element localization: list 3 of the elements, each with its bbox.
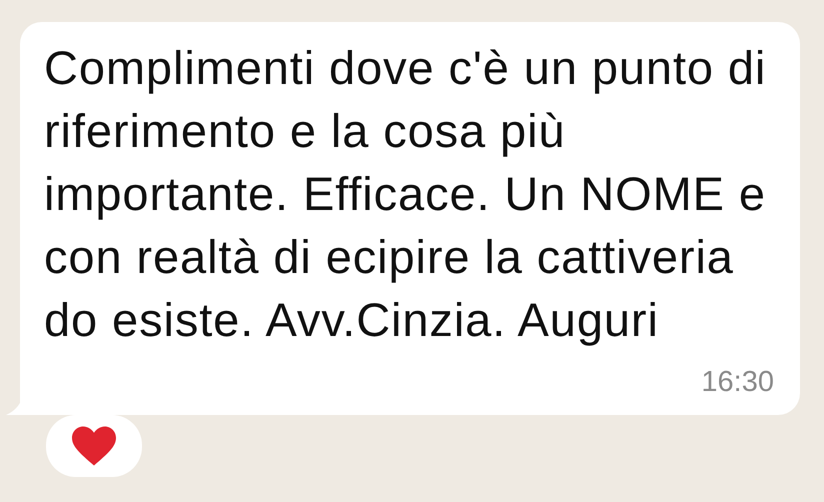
message-text: Complimenti dove c'è un punto di riferimento e la cosa più importante. Efficace. Un NOME e con realtà di ecipire la cattiveria do esiste. Avv.Cinzia. Auguri: [44, 40, 768, 348]
heart-icon: [72, 426, 116, 466]
message-time: 16:30: [701, 365, 774, 399]
